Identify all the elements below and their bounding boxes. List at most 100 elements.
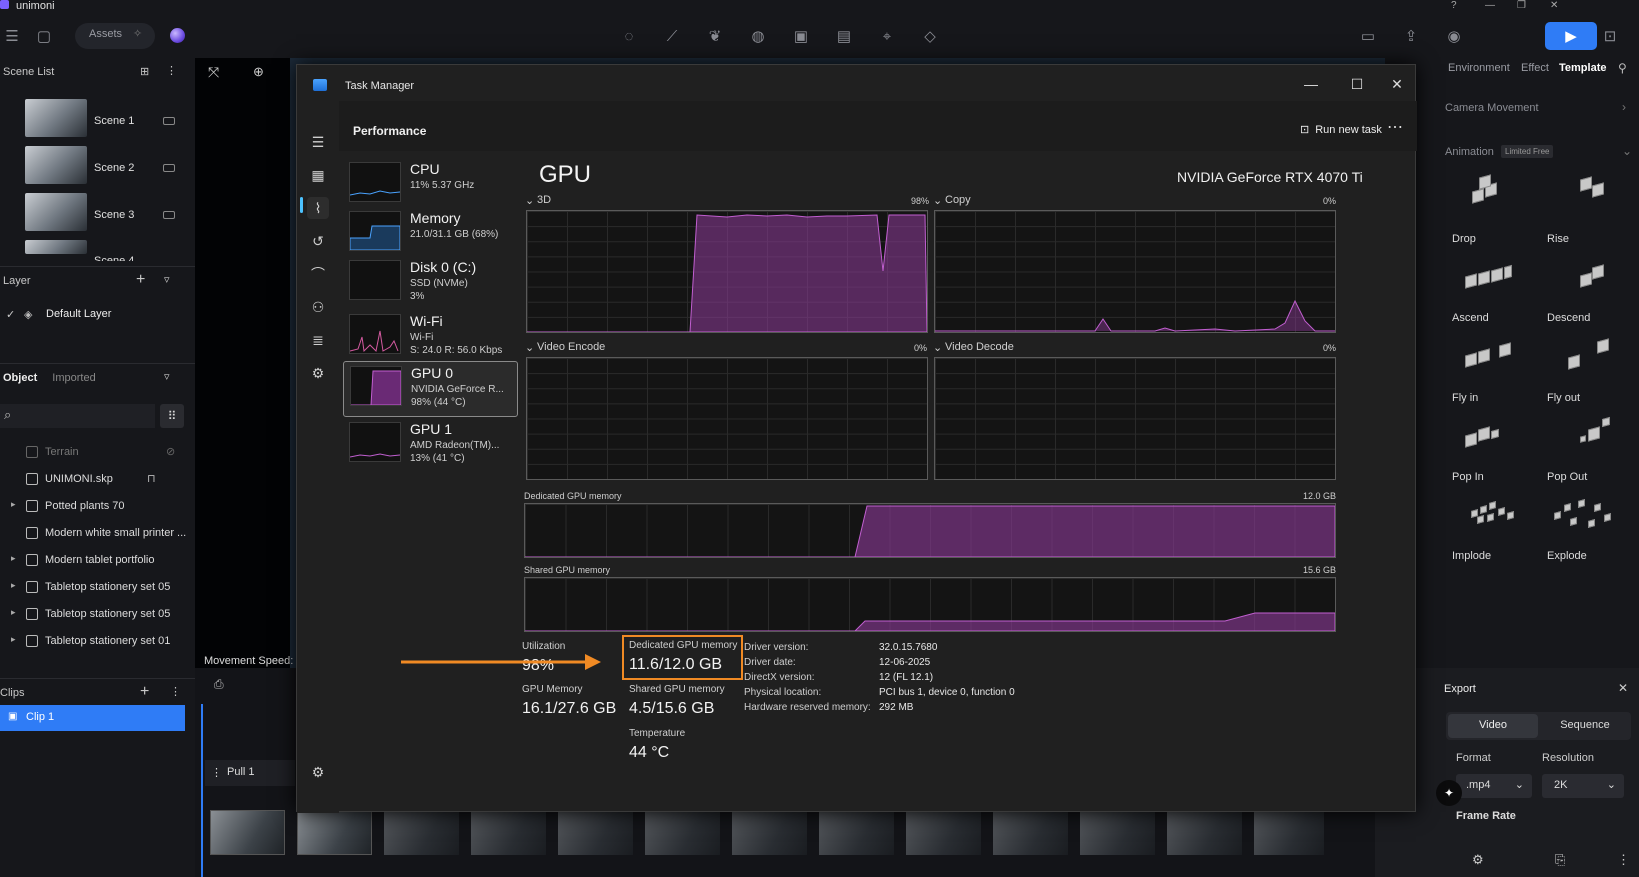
grid-view-icon[interactable]: ⠿: [160, 404, 184, 428]
services-icon[interactable]: ⚙: [307, 362, 329, 384]
expand-icon[interactable]: ▸: [11, 634, 16, 645]
settings-icon[interactable]: ⚙: [307, 761, 329, 783]
pin-icon[interactable]: ⌖: [875, 24, 899, 48]
perf-item-gpu0[interactable]: GPU 0 NVIDIA GeForce R... 98% (44 °C): [343, 361, 518, 417]
history-icon[interactable]: ↺: [307, 230, 329, 252]
tab-video[interactable]: Video: [1448, 714, 1538, 738]
magic-wand-icon[interactable]: ✦: [1436, 780, 1462, 806]
tab-sequence[interactable]: Sequence: [1540, 714, 1630, 738]
processes-icon[interactable]: ▦: [307, 164, 329, 186]
scene-camera-icon[interactable]: [163, 211, 175, 219]
menu-icon[interactable]: ☰: [0, 24, 24, 48]
pin-icon[interactable]: ⚲: [1618, 61, 1627, 75]
expand-icon[interactable]: ▸: [11, 499, 16, 510]
list-item[interactable]: ▸ Tabletop stationery set 05: [0, 575, 195, 601]
export-icon[interactable]: ⊡: [1598, 24, 1622, 48]
save-icon[interactable]: ⎘: [1555, 852, 1565, 868]
close-button[interactable]: ✕: [1377, 69, 1417, 99]
scene-thumb-3[interactable]: [25, 193, 87, 231]
path-icon[interactable]: ⟋: [660, 24, 684, 48]
drag-handle-icon[interactable]: ⋮: [211, 766, 222, 779]
close-icon[interactable]: ✕: [1550, 0, 1558, 11]
run-new-task-button[interactable]: ⊡ Run new task: [1300, 123, 1382, 136]
list-item[interactable]: ▸ Potted plants 70: [0, 494, 195, 520]
light-icon[interactable]: ◌: [617, 24, 641, 48]
settings-icon[interactable]: ⚙: [1472, 852, 1484, 868]
minimize-button[interactable]: —: [1291, 69, 1331, 99]
ai-orb-icon[interactable]: [170, 28, 185, 43]
help-icon[interactable]: ?: [1451, 0, 1457, 11]
users-icon[interactable]: ⚇: [307, 296, 329, 318]
maximize-button[interactable]: ☐: [1337, 69, 1377, 99]
list-item[interactable]: ▸ Tabletop stationery set 05: [0, 602, 195, 628]
timeline-frame[interactable]: [1080, 810, 1155, 855]
resolution-select[interactable]: 2K ⌄: [1542, 774, 1624, 798]
timeline-frame[interactable]: [210, 810, 285, 855]
layers-icon[interactable]: ◇: [918, 24, 942, 48]
material-icon[interactable]: ▤: [832, 24, 856, 48]
expand-icon[interactable]: ▸: [11, 607, 16, 618]
leaf-icon[interactable]: ❦: [703, 24, 727, 48]
more-options-icon[interactable]: ⋯: [1387, 117, 1403, 137]
format-select[interactable]: .mp4 ⌄: [1456, 774, 1532, 798]
performance-icon[interactable]: ⌇: [307, 197, 329, 219]
chevron-down-icon[interactable]: ⌄: [525, 341, 534, 354]
details-icon[interactable]: ≣: [307, 329, 329, 351]
vr-icon[interactable]: ▭: [1356, 24, 1380, 48]
more-icon[interactable]: ⋮: [170, 685, 181, 698]
scene-label-3[interactable]: Scene 3: [94, 209, 134, 221]
camera-movement-label[interactable]: Camera Movement: [1445, 102, 1539, 114]
list-item[interactable]: ▸ Modern tablet portfolio: [0, 548, 195, 574]
list-item[interactable]: Modern white small printer ...: [0, 521, 195, 547]
scene-camera-icon[interactable]: [163, 164, 175, 172]
playhead[interactable]: [201, 704, 203, 877]
list-item[interactable]: ▸ Tabletop stationery set 01: [0, 629, 195, 655]
share-icon[interactable]: ⇪: [1399, 24, 1423, 48]
list-item[interactable]: UNIMONI.skp ⊓: [0, 467, 195, 493]
chevron-down-icon[interactable]: ⌄: [525, 194, 534, 207]
timeline-frame[interactable]: [906, 810, 981, 855]
timeline-track[interactable]: ⋮ Pull 1: [205, 760, 295, 786]
timeline-frame[interactable]: [1254, 810, 1324, 855]
list-item[interactable]: Terrain ⊘: [0, 440, 195, 466]
more-icon[interactable]: ⋮: [166, 64, 177, 77]
globe-icon[interactable]: ⊕: [253, 64, 264, 80]
minimize-icon[interactable]: —: [1485, 0, 1495, 11]
camera-add-icon[interactable]: ⎙: [214, 677, 224, 692]
clip-item[interactable]: ▣ Clip 1: [0, 705, 185, 731]
scene-label-1[interactable]: Scene 1: [94, 115, 134, 127]
record-video-button[interactable]: ▶: [1545, 22, 1597, 50]
timeline-frame[interactable]: [993, 810, 1068, 855]
layer-dropdown-icon[interactable]: ▿: [164, 273, 170, 286]
lock-icon[interactable]: ⊓: [147, 472, 156, 485]
transform-icon[interactable]: ⤧: [208, 64, 219, 81]
chevron-right-icon[interactable]: ›: [1622, 100, 1626, 114]
tab-effect[interactable]: Effect: [1521, 62, 1549, 74]
more-icon[interactable]: ⋮: [1617, 852, 1630, 868]
expand-icon[interactable]: ▸: [11, 553, 16, 564]
scene-label-2[interactable]: Scene 2: [94, 162, 134, 174]
perf-item-memory[interactable]: Memory 21.0/31.1 GB (68%): [343, 207, 518, 259]
add-scene-icon[interactable]: ⊞: [140, 65, 149, 78]
timeline-frame[interactable]: [732, 810, 807, 855]
timeline-frame[interactable]: [471, 810, 546, 855]
camera-icon[interactable]: ◉: [1442, 24, 1466, 48]
hamburger-icon[interactable]: ☰: [307, 131, 329, 153]
check-icon[interactable]: ✓: [6, 308, 15, 321]
restore-icon[interactable]: ❐: [1517, 0, 1526, 11]
scene-thumb-2[interactable]: [25, 146, 87, 184]
chevron-down-icon[interactable]: ⌄: [933, 194, 942, 207]
startup-icon[interactable]: ⌒: [307, 263, 329, 285]
scene-label-4[interactable]: Scene 4: [94, 255, 134, 261]
scene-thumb-4[interactable]: [25, 240, 87, 254]
expand-icon[interactable]: ▸: [11, 580, 16, 591]
tab-environment[interactable]: Environment: [1448, 62, 1510, 74]
add-layer-icon[interactable]: +: [136, 271, 145, 289]
fire-icon[interactable]: ◍: [746, 24, 770, 48]
default-layer[interactable]: Default Layer: [46, 308, 111, 320]
tab-template[interactable]: Template: [1559, 62, 1606, 74]
timeline-frame[interactable]: [819, 810, 894, 855]
close-icon[interactable]: ✕: [1618, 681, 1628, 695]
object-icon[interactable]: ▣: [789, 24, 813, 48]
timeline-frame[interactable]: [384, 810, 459, 855]
